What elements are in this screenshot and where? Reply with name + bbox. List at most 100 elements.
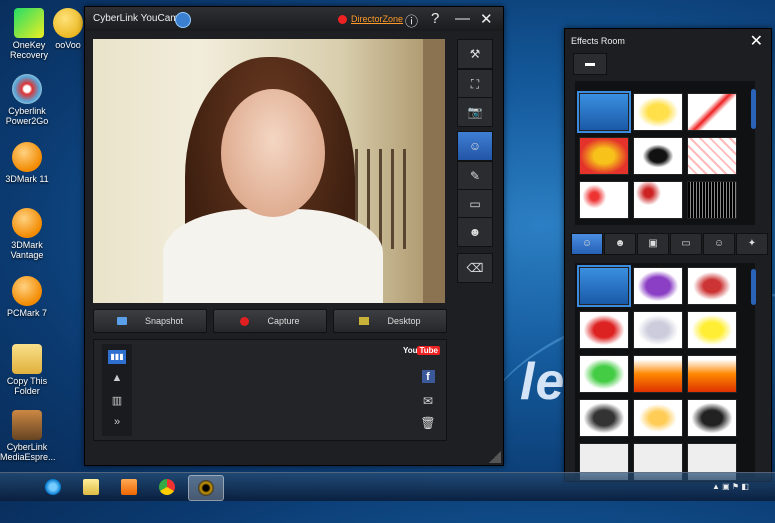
email-icon[interactable]: ✉ [416,394,440,408]
effect-thumb-flames[interactable] [687,355,737,393]
desktop-icon-3dmark-vantage[interactable]: 3DMark Vantage [0,208,54,260]
youcam-window: CyberLink YouCam DirectorZone ⓘ ? — ✕ Sn… [84,6,504,466]
minimize-icon[interactable]: — [455,10,470,27]
effects-room-window: Effects Room ✕ ▬ ☺ ☻ ▣ ▭ ☺ ✦ [564,28,772,482]
youtube-you: You [402,346,418,355]
tab-emotion[interactable]: ☻ [604,233,636,255]
youtube-tube: Tube [417,346,440,355]
effect-thumb-party-hat[interactable] [633,399,683,437]
tab-face[interactable]: ☺ [703,233,735,255]
effect-thumb-static[interactable] [687,181,737,219]
delete-icon[interactable]: 🗑 [416,416,440,430]
taskbar-media-player[interactable] [112,475,146,499]
directorzone-icon [338,15,347,24]
facebook-button[interactable]: f [416,370,440,383]
desktop-icon-copy-folder[interactable]: Copy This Folder [0,344,54,396]
effect-thumb-police-cap[interactable] [687,399,737,437]
expand-icon[interactable]: » [108,416,126,430]
desktop-brand-text: le [520,353,566,411]
upload-icon[interactable]: ▲ [108,372,126,386]
update-icon[interactable] [175,12,191,28]
mediaespresso-icon [12,410,42,440]
filmstrip-view-icon[interactable]: ▮▮▮ [108,350,126,364]
desktop-label: Desktop [387,316,421,326]
camera-icon [116,317,127,325]
taskbar-youcam[interactable] [188,475,224,501]
system-tray[interactable]: ▲ ▣ ⚑ ◧ [712,482,749,491]
onekey-icon [14,8,44,38]
effect-thumb-lightning[interactable] [687,93,737,131]
avatar-effects-grid [575,263,755,481]
effect-thumb-arrow[interactable] [577,265,631,307]
effect-thumb-arrow[interactable] [577,91,631,133]
taskbar-explorer[interactable] [74,475,108,499]
taskbar-chrome[interactable] [150,475,184,499]
record-icon [240,316,250,326]
desktop-icon-3dmark11[interactable]: 3DMark 11 [0,142,54,184]
desktop-icon-label: 3DMark Vantage [10,240,44,260]
effect-thumb-dots[interactable] [687,137,737,175]
help-icon[interactable]: ? [431,10,439,27]
desktop-icon [359,317,370,325]
youcam-titlebar[interactable]: CyberLink YouCam DirectorZone ⓘ ? — ✕ [85,7,503,31]
eraser-tool-icon[interactable]: ⌫ [457,253,493,283]
desktop-icon-label: CyberLink MediaEspre... [0,442,56,462]
surveillance-camera-icon[interactable]: 📷 [457,97,493,127]
close-icon[interactable]: ✕ [480,10,493,28]
3dmark-icon [12,142,42,172]
tab-frame[interactable]: ▣ [637,233,669,255]
presentation-tool-icon[interactable]: ▭ [457,189,493,219]
snapshot-button[interactable]: Snapshot [93,309,207,333]
capture-button[interactable]: Capture [213,309,327,333]
effect-thumb-cloud[interactable] [633,311,683,349]
info-icon[interactable]: ⓘ [405,11,418,30]
desktop-icon-onekey[interactable]: OneKey Recovery [2,8,56,60]
desktop-icon-mediaespresso[interactable]: CyberLink MediaEspre... [0,410,56,462]
tab-scene[interactable]: ▭ [670,233,702,255]
effect-thumb-stars[interactable] [687,311,737,349]
media-player-icon [121,479,137,495]
desktop-icon-pcmark7[interactable]: PCMark 7 [0,276,54,318]
media-side-tools: ▮▮▮ ▲ ▥ » [102,344,132,436]
explorer-icon [83,479,99,495]
oovoo-icon [53,8,83,38]
list-view-icon[interactable]: ▥ [108,394,126,408]
resize-grip[interactable] [489,451,501,463]
taskbar-ie[interactable] [36,475,70,499]
fullscreen-tool-icon[interactable]: ⛶ [457,69,493,99]
effect-thumb-bam[interactable] [579,137,629,175]
pen-tool-icon[interactable]: ✎ [457,161,493,191]
effects-room-title: Effects Room [571,36,625,46]
avatar-effects-scrollbar[interactable] [751,269,756,305]
effect-thumb-mask[interactable] [579,311,629,349]
power2go-icon [12,74,42,104]
effect-thumb-question[interactable] [579,181,629,219]
effects-tool-icon[interactable]: ☺ [457,131,493,161]
effect-thumb-fire[interactable] [633,355,683,393]
effect-thumb-gasmask[interactable] [579,399,629,437]
settings-tool-icon[interactable]: ⚒ [457,39,493,69]
desktop-icon-oovoo[interactable]: ooVoo [50,8,86,50]
subject-shirt [163,209,383,303]
tab-magic[interactable]: ✦ [736,233,768,255]
face-tracking-tool-icon[interactable]: ☻ [457,217,493,247]
camera-effects-button[interactable]: ▬ [573,53,607,75]
desktop-icon-label: PCMark 7 [6,308,47,318]
tab-avatar[interactable]: ☺ [571,233,603,255]
effect-thumb-hat[interactable] [633,267,683,305]
capture-label: Capture [267,316,300,326]
desktop-icon-power2go[interactable]: Cyberlink Power2Go [0,74,54,126]
desktop-button[interactable]: Desktop [333,309,447,333]
subject-face [221,89,325,217]
effect-thumb-lips[interactable] [633,181,683,219]
recent-effects-scrollbar[interactable] [751,89,756,129]
close-icon[interactable]: ✕ [750,31,763,51]
taskbar: ▲ ▣ ⚑ ◧ [0,472,775,501]
start-button[interactable] [2,475,36,499]
effect-thumb-exclaim[interactable] [633,93,683,131]
effect-thumb-dragon[interactable] [579,355,629,393]
effect-thumb-bird[interactable] [633,137,683,175]
effect-thumb-clown[interactable] [687,267,737,305]
youtube-button[interactable]: You Tube [403,346,440,355]
directorzone-link[interactable]: DirectorZone [351,14,403,24]
